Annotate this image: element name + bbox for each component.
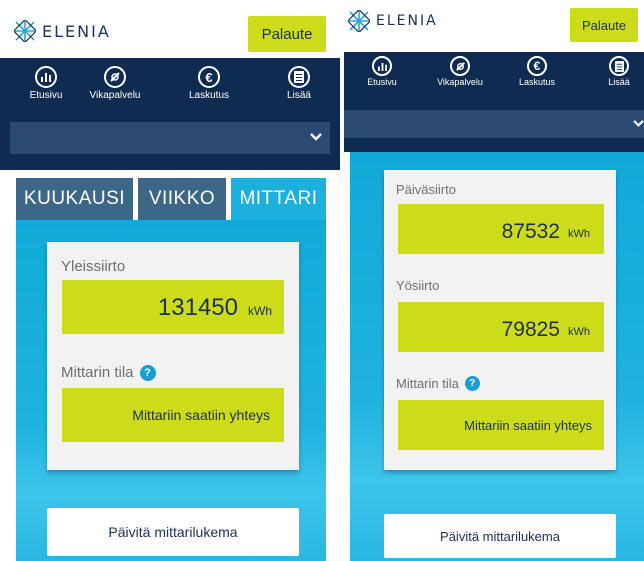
location-select[interactable]: [344, 110, 644, 138]
tab-viikko[interactable]: VIIKKO: [138, 178, 226, 220]
chevron-down-icon: [310, 133, 322, 141]
app-header: ELENIA Palaute: [0, 0, 340, 58]
update-reading-button[interactable]: Päivitä mittarilukema: [384, 514, 616, 558]
general-transfer-value: 131450: [157, 294, 238, 321]
location-select[interactable]: [10, 122, 330, 154]
nav-item-etusivu[interactable]: Etusivu: [364, 56, 400, 87]
night-transfer-value: 79825: [501, 318, 560, 341]
app-header: ELENIA Palaute: [344, 0, 644, 52]
meter-status-label-row: Mittarin tila ?: [396, 376, 480, 391]
chart-icon: [35, 66, 57, 88]
night-transfer-label: Yösiirto: [396, 278, 440, 293]
meter-card: Yleissiirto 131450 kWh Mittarin tila ? M…: [47, 242, 299, 470]
brand-name: ELENIA: [376, 13, 438, 29]
no-fault-icon: [104, 66, 126, 88]
day-transfer-unit: kWh: [568, 228, 590, 240]
nav-item-lisaa[interactable]: Lisää: [282, 66, 316, 101]
nav-label: Lisää: [287, 90, 311, 101]
nav-item-lisaa[interactable]: Lisää: [604, 56, 634, 87]
feedback-button[interactable]: Palaute: [248, 16, 326, 52]
general-transfer-value-box: 131450 kWh: [62, 280, 284, 334]
no-fault-icon: [450, 56, 470, 76]
main-nav: Etusivu Vikapalvelu € Laskutus Lisää: [0, 58, 340, 170]
general-transfer-unit: kWh: [248, 304, 272, 318]
tab-mittari[interactable]: MITTARI: [231, 178, 326, 220]
day-transfer-value: 87532: [501, 220, 560, 243]
brand-logo[interactable]: ELENIA: [348, 10, 438, 32]
nav-label: Etusivu: [367, 77, 397, 87]
nav-label: Vikapalvelu: [89, 90, 141, 101]
nav-label: Lisää: [608, 77, 630, 87]
feedback-button[interactable]: Palaute: [570, 8, 638, 42]
meter-status-label: Mittarin tila: [61, 364, 134, 381]
main-nav: Etusivu Vikapalvelu € Laskutus Lisää: [344, 52, 644, 152]
meter-card: Päiväsiirto 87532 kWh Yösiirto 79825 kWh…: [384, 170, 616, 470]
day-transfer-label: Päiväsiirto: [396, 182, 456, 197]
chart-icon: [372, 56, 392, 76]
left-screen: ELENIA Palaute Etusivu Vikapalvelu € Las…: [0, 0, 340, 561]
brand-name: ELENIA: [42, 21, 111, 41]
nav-item-vikapalvelu[interactable]: Vikapalvelu: [85, 66, 145, 101]
nav-label: Vikapalvelu: [437, 77, 483, 87]
general-transfer-label: Yleissiirto: [61, 258, 126, 275]
elenia-logo-icon: [348, 10, 370, 32]
meter-status-value: Mittariin saatiin yhteys: [398, 400, 604, 450]
help-icon[interactable]: ?: [464, 376, 480, 391]
menu-list-icon: [609, 56, 629, 76]
nav-item-laskutus[interactable]: € Laskutus: [186, 66, 232, 101]
update-reading-button[interactable]: Päivitä mittarilukema: [47, 508, 299, 556]
content-area: Yleissiirto 131450 kWh Mittarin tila ? M…: [16, 220, 326, 561]
night-transfer-value-box: 79825 kWh: [398, 302, 604, 352]
nav-item-laskutus[interactable]: € Laskutus: [516, 56, 558, 87]
menu-list-icon: [288, 66, 310, 88]
euro-icon: €: [527, 56, 547, 76]
brand-logo[interactable]: ELENIA: [14, 20, 111, 42]
content-area: Päiväsiirto 87532 kWh Yösiirto 79825 kWh…: [350, 152, 644, 561]
day-transfer-value-box: 87532 kWh: [398, 204, 604, 254]
help-icon[interactable]: ?: [139, 364, 156, 381]
meter-status-value: Mittariin saatiin yhteys: [62, 388, 284, 442]
meter-status-label: Mittarin tila: [396, 376, 459, 391]
nav-label: Etusivu: [29, 90, 63, 101]
nav-item-etusivu[interactable]: Etusivu: [26, 66, 66, 101]
euro-icon: €: [198, 66, 220, 88]
tab-kuukausi[interactable]: KUUKAUSI: [16, 178, 133, 220]
chevron-down-icon: [633, 120, 644, 127]
elenia-logo-icon: [14, 20, 36, 42]
nav-label: Laskutus: [518, 77, 556, 87]
right-screen: ELENIA Palaute Etusivu Vikapalvelu € Las…: [344, 0, 644, 561]
nav-item-vikapalvelu[interactable]: Vikapalvelu: [432, 56, 488, 87]
nav-label: Laskutus: [188, 90, 230, 101]
night-transfer-unit: kWh: [568, 326, 590, 338]
meter-status-label-row: Mittarin tila ?: [61, 364, 156, 381]
